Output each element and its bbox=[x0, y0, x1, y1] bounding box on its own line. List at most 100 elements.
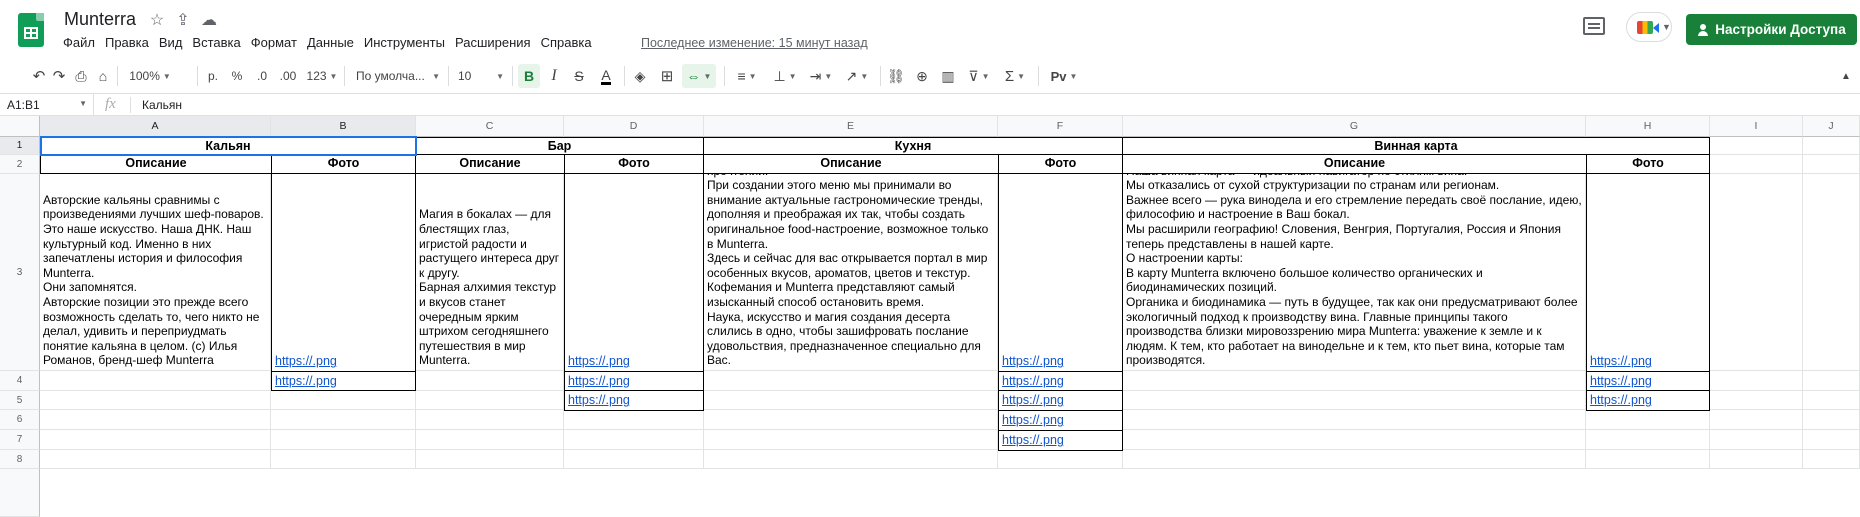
cell-f3[interactable]: https://.png bbox=[998, 173, 1123, 372]
menu-view[interactable]: Вид bbox=[154, 35, 188, 50]
cell-b8[interactable] bbox=[271, 450, 416, 469]
cell-f2[interactable]: Фото bbox=[998, 154, 1123, 174]
cell-h5[interactable]: https://.png bbox=[1586, 390, 1710, 411]
sheets-logo-icon[interactable] bbox=[18, 13, 44, 47]
select-all-corner[interactable] bbox=[0, 116, 40, 137]
cell-g6[interactable] bbox=[1123, 410, 1586, 430]
cell-f5[interactable]: https://.png bbox=[998, 390, 1123, 411]
row-header-1[interactable]: 1 bbox=[0, 137, 40, 155]
cell-g2[interactable]: Описание bbox=[1122, 154, 1587, 174]
cell-f5-link[interactable]: https://.png bbox=[1002, 393, 1064, 408]
functions-button[interactable]: Σ ▼ bbox=[1000, 58, 1030, 94]
cell-f6[interactable]: https://.png bbox=[998, 410, 1123, 431]
cell-i3[interactable] bbox=[1710, 174, 1803, 371]
undo-icon[interactable]: ↶ bbox=[30, 58, 48, 94]
text-rotation-icon[interactable]: ↗ ▼ bbox=[842, 58, 872, 94]
name-box[interactable]: A1:B1 ▼ bbox=[0, 94, 94, 116]
cell-c8[interactable] bbox=[416, 450, 564, 469]
cell-g3[interactable]: Наша винная карта — идеальный навигатор … bbox=[1123, 174, 1586, 371]
cell-a3[interactable]: Авторские кальяны сравнимы с произведени… bbox=[40, 174, 271, 371]
cell-c1-merged[interactable]: Бар bbox=[415, 137, 704, 155]
menu-extensions[interactable]: Расширения bbox=[450, 35, 536, 50]
cell-f7-link[interactable]: https://.png bbox=[1002, 433, 1064, 448]
menu-data[interactable]: Данные bbox=[302, 35, 359, 50]
cell-h4[interactable]: https://.png bbox=[1586, 371, 1710, 391]
cell-e1-merged[interactable]: Кухня bbox=[703, 137, 1123, 155]
more-formats-button[interactable]: 123 ▼ bbox=[306, 58, 338, 94]
document-title[interactable]: Munterra bbox=[64, 9, 136, 30]
strikethrough-button[interactable]: S bbox=[570, 58, 588, 94]
cell-j4[interactable] bbox=[1803, 371, 1860, 391]
cell-e4[interactable] bbox=[704, 371, 998, 391]
cell-h3[interactable]: https://.png bbox=[1586, 173, 1710, 372]
cell-e6[interactable] bbox=[704, 410, 998, 430]
last-edit-link[interactable]: Последнее изменение: 15 минут назад bbox=[641, 36, 868, 50]
cell-j6[interactable] bbox=[1803, 410, 1860, 430]
cell-a6[interactable] bbox=[40, 410, 271, 430]
menu-file[interactable]: Файл bbox=[58, 35, 100, 50]
print-icon[interactable]: ⎙ bbox=[72, 58, 90, 94]
insert-link-icon[interactable]: ⛓ bbox=[886, 58, 906, 94]
cell-d6[interactable] bbox=[564, 410, 704, 430]
column-header-f[interactable]: F bbox=[998, 116, 1123, 137]
cell-a5[interactable] bbox=[40, 391, 271, 410]
cell-h7[interactable] bbox=[1586, 430, 1710, 450]
cell-j5[interactable] bbox=[1803, 391, 1860, 410]
borders-icon[interactable]: ⊞ bbox=[657, 58, 677, 94]
column-header-i[interactable]: I bbox=[1710, 116, 1803, 137]
menu-edit[interactable]: Правка bbox=[100, 35, 154, 50]
cell-i5[interactable] bbox=[1710, 391, 1803, 410]
cell-b2[interactable]: Фото bbox=[271, 154, 416, 174]
cell-b3[interactable]: https://.png bbox=[271, 173, 416, 372]
share-button[interactable]: Настройки Доступа bbox=[1686, 14, 1857, 45]
cell-i2[interactable] bbox=[1710, 155, 1803, 174]
cell-a2[interactable]: Описание bbox=[40, 154, 272, 174]
insert-comment-icon[interactable]: ⊕ bbox=[912, 58, 932, 94]
column-header-g[interactable]: G bbox=[1123, 116, 1586, 137]
italic-button[interactable]: I bbox=[545, 58, 563, 94]
row-header-2[interactable]: 2 bbox=[0, 155, 40, 174]
cell-d5-link[interactable]: https://.png bbox=[568, 393, 630, 408]
cell-d8[interactable] bbox=[564, 450, 704, 469]
menu-help[interactable]: Справка bbox=[536, 35, 597, 50]
cell-h2[interactable]: Фото bbox=[1586, 154, 1710, 174]
cell-j8[interactable] bbox=[1803, 450, 1860, 469]
fill-color-icon[interactable]: ◈ bbox=[630, 58, 650, 94]
text-wrapping-icon[interactable]: ⇥ ▼ bbox=[806, 58, 836, 94]
column-header-e[interactable]: E bbox=[704, 116, 998, 137]
cell-j3[interactable] bbox=[1803, 174, 1860, 371]
cell-i1[interactable] bbox=[1710, 137, 1803, 155]
cell-c7[interactable] bbox=[416, 430, 564, 450]
cell-g8[interactable] bbox=[1123, 450, 1586, 469]
cell-j7[interactable] bbox=[1803, 430, 1860, 450]
cell-h5-link[interactable]: https://.png bbox=[1590, 393, 1652, 408]
row-header-7[interactable]: 7 bbox=[0, 430, 40, 450]
row-header-6[interactable]: 6 bbox=[0, 410, 40, 430]
move-to-drive-icon[interactable]: ⇪ bbox=[174, 10, 192, 30]
cell-b4[interactable]: https://.png bbox=[271, 371, 416, 391]
cell-f8[interactable] bbox=[998, 450, 1123, 469]
cell-b5[interactable] bbox=[271, 391, 416, 410]
paint-format-icon[interactable]: ⌂ bbox=[94, 58, 112, 94]
cell-c4[interactable] bbox=[416, 371, 564, 391]
text-color-button[interactable]: A bbox=[596, 58, 616, 94]
cell-d4[interactable]: https://.png bbox=[564, 371, 704, 391]
cell-i8[interactable] bbox=[1710, 450, 1803, 469]
formula-input[interactable]: Кальян bbox=[142, 98, 182, 112]
cell-f4[interactable]: https://.png bbox=[998, 371, 1123, 391]
cell-h6[interactable] bbox=[1586, 410, 1710, 430]
cloud-status-icon[interactable]: ☁ bbox=[200, 10, 218, 30]
cell-a8[interactable] bbox=[40, 450, 271, 469]
cell-j2[interactable] bbox=[1803, 155, 1860, 174]
insert-chart-icon[interactable]: ▥ bbox=[938, 58, 958, 94]
cell-b4-link[interactable]: https://.png bbox=[275, 374, 337, 389]
comments-icon[interactable] bbox=[1583, 17, 1605, 35]
bold-button[interactable]: B bbox=[518, 64, 540, 88]
column-header-c[interactable]: C bbox=[416, 116, 564, 137]
row-header-8[interactable]: 8 bbox=[0, 450, 40, 469]
meet-button[interactable]: ▼ bbox=[1626, 12, 1672, 42]
column-header-a[interactable]: A bbox=[40, 116, 271, 137]
cell-e7[interactable] bbox=[704, 430, 998, 450]
percent-format-button[interactable]: % bbox=[228, 58, 246, 94]
cell-a7[interactable] bbox=[40, 430, 271, 450]
